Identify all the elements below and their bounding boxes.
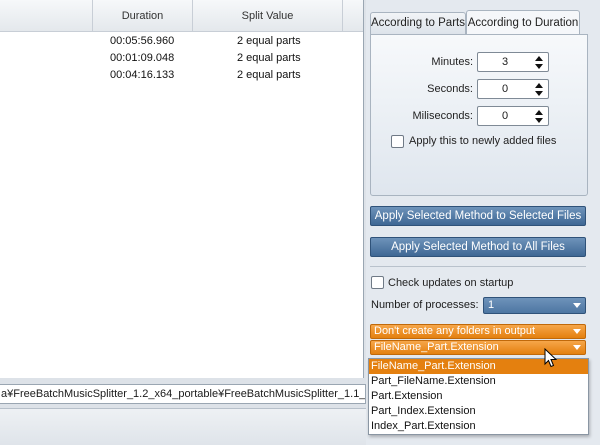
duration-cell: 00:05:56.960 bbox=[110, 35, 175, 47]
column-header-split-value[interactable]: Split Value bbox=[192, 0, 342, 32]
processes-value: 1 bbox=[488, 299, 495, 311]
column-header-extra[interactable] bbox=[342, 0, 363, 32]
spin-down-icon[interactable] bbox=[535, 118, 543, 123]
chevron-down-icon bbox=[573, 303, 581, 308]
dropdown-option[interactable]: Part_FileName.Extension bbox=[369, 374, 588, 389]
processes-label: Number of processes: bbox=[371, 299, 479, 311]
column-header-duration[interactable]: Duration bbox=[92, 0, 192, 32]
naming-option-value: FileName_Part.Extension bbox=[374, 341, 499, 353]
apply-new-files-checkbox[interactable] bbox=[391, 135, 404, 148]
check-updates-label[interactable]: Check updates on startup bbox=[388, 276, 513, 290]
chevron-down-icon bbox=[573, 345, 581, 350]
duration-cell: 00:04:16.133 bbox=[110, 69, 175, 81]
seconds-spinner[interactable]: 0 bbox=[477, 79, 549, 99]
spinner-arrows[interactable] bbox=[533, 108, 545, 124]
output-path-field[interactable]: a¥FreeBatchMusicSplitter_1.2_x64_portabl… bbox=[0, 384, 366, 404]
mouse-cursor-icon bbox=[544, 348, 558, 368]
milliseconds-spinner[interactable]: 0 bbox=[477, 106, 549, 126]
apply-selected-files-button[interactable]: Apply Selected Method to Selected Files bbox=[370, 206, 586, 226]
naming-dropdown-list[interactable]: FileName_Part.Extension Part_FileName.Ex… bbox=[368, 358, 589, 435]
milliseconds-label: Miliseconds: bbox=[412, 110, 473, 122]
seconds-label: Seconds: bbox=[427, 83, 473, 95]
table-row[interactable]: 00:01:09.048 2 equal parts bbox=[0, 50, 363, 67]
tab-according-to-duration[interactable]: According to Duration bbox=[466, 10, 580, 34]
spinner-arrows[interactable] bbox=[533, 54, 545, 70]
split-value-cell: 2 equal parts bbox=[237, 69, 301, 81]
folder-option-value: Don't create any folders in output bbox=[374, 325, 536, 337]
spin-up-icon[interactable] bbox=[535, 56, 543, 61]
tab-according-to-parts[interactable]: According to Parts bbox=[370, 12, 466, 34]
dropdown-option[interactable]: Index_Part.Extension bbox=[369, 419, 588, 434]
file-list[interactable]: Duration Split Value 00:05:56.960 2 equa… bbox=[0, 0, 364, 378]
spin-up-icon[interactable] bbox=[535, 83, 543, 88]
split-value-cell: 2 equal parts bbox=[237, 35, 301, 47]
spinner-arrows[interactable] bbox=[533, 81, 545, 97]
duration-tab-body: Minutes: 3 Seconds: 0 Miliseconds: 0 App… bbox=[370, 34, 588, 196]
apply-new-files-label[interactable]: Apply this to newly added files bbox=[409, 134, 556, 148]
table-row[interactable]: 00:05:56.960 2 equal parts bbox=[0, 33, 363, 50]
spin-down-icon[interactable] bbox=[535, 64, 543, 69]
dropdown-option[interactable]: Part.Extension bbox=[369, 389, 588, 404]
minutes-label: Minutes: bbox=[431, 56, 473, 68]
chevron-down-icon bbox=[573, 329, 581, 334]
status-area bbox=[0, 408, 366, 445]
milliseconds-value[interactable]: 0 bbox=[478, 107, 532, 125]
divider bbox=[370, 266, 586, 267]
split-value-cell: 2 equal parts bbox=[237, 52, 301, 64]
table-row[interactable]: 00:04:16.133 2 equal parts bbox=[0, 67, 363, 84]
folder-option-select[interactable]: Don't create any folders in output bbox=[370, 324, 586, 339]
minutes-value[interactable]: 3 bbox=[478, 53, 532, 71]
seconds-value[interactable]: 0 bbox=[478, 80, 532, 98]
spin-up-icon[interactable] bbox=[535, 110, 543, 115]
list-header: Duration Split Value bbox=[0, 0, 363, 32]
check-updates-checkbox[interactable] bbox=[371, 276, 384, 289]
dropdown-option[interactable]: Part_Index.Extension bbox=[369, 404, 588, 419]
apply-all-files-button[interactable]: Apply Selected Method to All Files bbox=[370, 237, 586, 257]
duration-cell: 00:01:09.048 bbox=[110, 52, 175, 64]
spin-down-icon[interactable] bbox=[535, 91, 543, 96]
method-tabs: According to Parts According to Duration bbox=[370, 10, 592, 34]
minutes-spinner[interactable]: 3 bbox=[477, 52, 549, 72]
processes-select[interactable]: 1 bbox=[483, 297, 586, 314]
